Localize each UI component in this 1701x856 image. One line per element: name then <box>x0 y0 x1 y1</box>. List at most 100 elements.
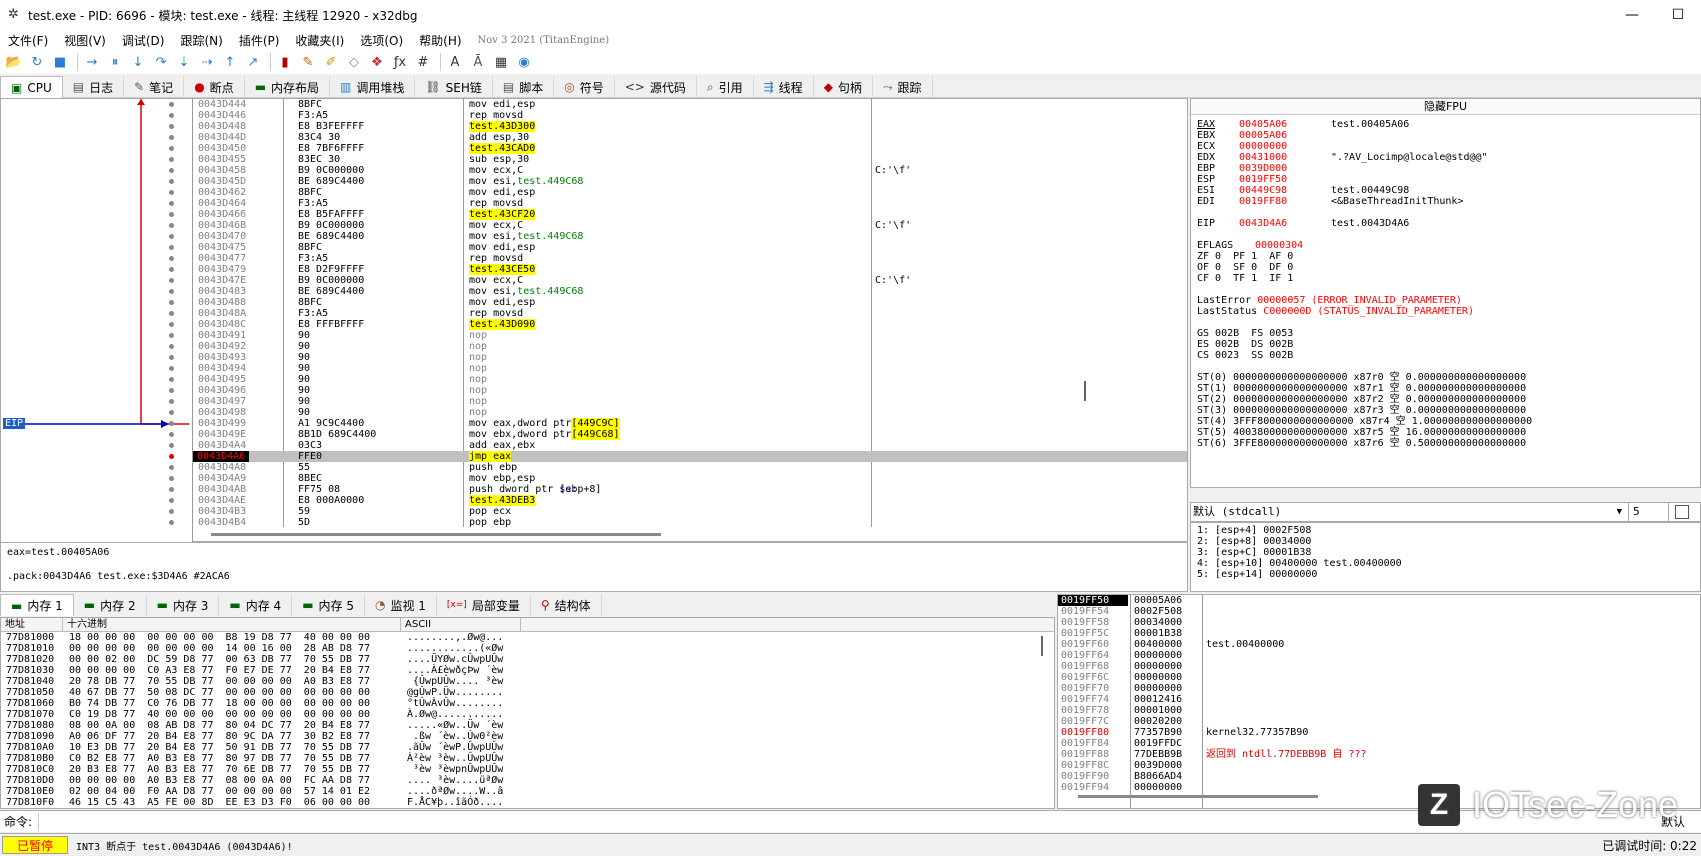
register-row[interactable] <box>1191 229 1700 240</box>
disasm-row[interactable]: 0043D477 F3:A5 rep movsd <box>193 253 1187 264</box>
stack-arguments-pane[interactable]: 1: [esp+4] 0002F508 2: [esp+8] 00034000 3:… <box>1190 522 1701 592</box>
disasm-row[interactable]: 0043D497 90 nop <box>193 396 1187 407</box>
disassembly-listing[interactable]: 0043D444 8BFC mov edi,esp 0043D446 F3:A5 rep … <box>193 99 1187 527</box>
dump-row[interactable]: 77D81050 40 67 DB 77 50 08 DC 77 00 00 00… <box>1 687 1054 698</box>
disasm-row[interactable]: 0043D48CE8 FFFBFFFFcall test.43D090 <box>193 319 1187 330</box>
dump-row[interactable]: 77D810E0 02 00 04 00 F0 AA D8 77 00 00 00… <box>1 786 1054 797</box>
segment-row[interactable]: ES 002B DS 002B <box>1191 339 1700 350</box>
register-row[interactable]: EAX 00405A06 test.00405A06 <box>1191 119 1700 130</box>
stack-row[interactable]: 0019FF68 00000000 <box>1058 661 1700 672</box>
disasm-row[interactable]: 0043D4AB FF75 08 push dword ptr ss: [ebp+8] <box>193 484 1187 495</box>
breakpoint-dot[interactable] <box>169 212 174 217</box>
calling-convention-select[interactable]: 默认 (stdcall) ▼ <box>1191 503 1629 521</box>
disasm-row[interactable]: 0043D483 BE 689C4400 mov esi, test.449C68 <box>193 286 1187 297</box>
breakpoint-dot[interactable] <box>169 278 174 283</box>
tab-handles[interactable]: ◆ 句柄 <box>814 76 873 98</box>
disasm-row[interactable]: 0043D475 8BFC mov edi,esp <box>193 242 1187 253</box>
disasm-row[interactable]: 0043D4B3 59 pop ecx <box>193 506 1187 517</box>
dump-tab-3[interactable]: ▬ 内存 4 <box>219 594 293 616</box>
breakpoint-dot[interactable] <box>169 179 174 184</box>
breakpoint-dot[interactable] <box>169 476 174 481</box>
disasm-row[interactable]: 0043D450E8 7BF6FFFFcall test.43CAD0 <box>193 143 1187 154</box>
disasm-row[interactable]: 0043D488 8BFC mov edi,esp <box>193 297 1187 308</box>
dump-tab-7[interactable]: ⚲ 结构体 <box>531 594 602 616</box>
menu-item-3[interactable]: 跟踪(N) <box>172 32 230 49</box>
fpu-row[interactable]: ST(2) 0000000000000000000 x87r2 空 0.0000… <box>1191 394 1700 405</box>
disasm-row[interactable]: 0043D48A F3:A5 rep movsd <box>193 308 1187 319</box>
disasm-row[interactable]: 0043D455 83EC 30 sub esp,30 <box>193 154 1187 165</box>
function-icon[interactable]: ƒx <box>390 53 410 71</box>
menu-item-6[interactable]: 选项(O) <box>352 32 411 49</box>
trace-over-icon[interactable]: ⇢ <box>197 53 217 71</box>
dump-row[interactable]: 77D81080 08 00 0A 00 08 AB D8 77 80 04 DC… <box>1 720 1054 731</box>
bookmark-icon[interactable]: ❖ <box>367 53 387 71</box>
breakpoint-dot[interactable] <box>169 465 174 470</box>
stack-arg-row[interactable]: 3: [esp+C] 00001B38 <box>1191 547 1700 558</box>
fpu-row[interactable]: ST(5) 4003800000000000000 x87r5 空 16.000… <box>1191 427 1700 438</box>
breakpoint-dot[interactable] <box>169 399 174 404</box>
breakpoint-dot[interactable] <box>169 487 174 492</box>
disasm-row[interactable]: 0043D466E8 B5FAFFFFcall test.43CF20 <box>193 209 1187 220</box>
stack-row[interactable]: 0019FF58 00034000 <box>1058 617 1700 628</box>
run-to-user-code-icon[interactable]: ↗ <box>243 53 263 71</box>
breakpoint-dot[interactable] <box>169 201 174 206</box>
tab-notes[interactable]: ✎ 笔记 <box>124 76 185 98</box>
breakpoint-dot[interactable] <box>169 102 174 107</box>
dump-vertical-scrollbar[interactable] <box>1041 636 1043 656</box>
disasm-row[interactable]: 0043D444 8BFC mov edi,esp <box>193 99 1187 110</box>
fpu-row[interactable]: ST(1) 0000000000000000000 x87r1 空 0.0000… <box>1191 383 1700 394</box>
disasm-row[interactable]: 0043D494 90 nop <box>193 363 1187 374</box>
breakpoint-dot[interactable] <box>169 113 174 118</box>
lock-checkbox[interactable] <box>1675 505 1689 519</box>
breakpoint-dot[interactable] <box>169 124 174 129</box>
tab-log[interactable]: ▤ 日志 <box>63 76 125 98</box>
breakpoint-dot[interactable] <box>169 311 174 316</box>
dump-tab-4[interactable]: ▬ 内存 5 <box>292 594 365 616</box>
dump-row[interactable]: 77D81070 C0 19 D8 77 40 00 00 00 00 00 00… <box>1 709 1054 720</box>
tab-source[interactable]: <> 源代码 <box>615 76 697 98</box>
open-icon[interactable]: 📂 <box>4 53 24 71</box>
stack-arg-row[interactable]: 4: [esp+10] 00400000 test.00400000 <box>1191 558 1700 569</box>
breakpoint-dot[interactable] <box>169 135 174 140</box>
disasm-row[interactable]: 0043D464 F3:A5 rep movsd <box>193 198 1187 209</box>
dump-row[interactable]: 77D81020 00 00 02 00 DC 59 D8 77 00 63 DB… <box>1 654 1054 665</box>
stack-arg-row[interactable]: 5: [esp+14] 00000000 <box>1191 569 1700 580</box>
disasm-row[interactable]: 0043D491 90 nop <box>193 330 1187 341</box>
last-status-row[interactable]: LastStatus C000000D (STATUS_INVALID_PARA… <box>1191 306 1700 317</box>
stack-row[interactable]: 0019FF7C 00020200 <box>1058 716 1700 727</box>
step-into-icon[interactable]: ↓ <box>128 53 148 71</box>
breakpoint-dot[interactable] <box>169 421 174 426</box>
register-row[interactable] <box>1191 207 1700 218</box>
font-icon[interactable]: A <box>445 53 465 71</box>
stack-row[interactable]: 0019FF80 77357B90 kernel32.77357B90 <box>1058 727 1700 738</box>
register-row[interactable]: EFLAGS 00000304 <box>1191 240 1700 251</box>
fpu-row[interactable]: ST(4) 3FFF8000000000000000 x87r4 空 1.000… <box>1191 416 1700 427</box>
disasm-row[interactable]: 0043D4B4 5D pop ebp <box>193 517 1187 527</box>
breakpoint-dot[interactable] <box>169 168 174 173</box>
stack-row[interactable]: 0019FF90 B8066AD4 <box>1058 771 1700 782</box>
disasm-row[interactable]: 0043D4A6 FFE0 jmp eax <box>193 451 1187 462</box>
disasm-row[interactable]: 0043D4AEE8 000A0000call test.43DEB3 <box>193 495 1187 506</box>
segment-row[interactable]: GS 002B FS 0053 <box>1191 328 1700 339</box>
menu-item-0[interactable]: 文件(F) <box>0 32 56 49</box>
breakpoint-dot[interactable] <box>169 355 174 360</box>
dump-row[interactable]: 77D81030 00 00 00 00 C0 A3 E8 77 F0 E7 DE… <box>1 665 1054 676</box>
dump-row[interactable]: 77D81000 18 00 00 00 00 00 00 00 B8 19 D8… <box>1 632 1054 643</box>
disasm-row[interactable]: 0043D448E8 B3FEFFFFcall test.43D300 <box>193 121 1187 132</box>
calculator-icon[interactable]: ▦ <box>491 53 511 71</box>
flags-row[interactable]: CF 0 TF 1 IF 1 <box>1191 273 1700 284</box>
breakpoint-dot[interactable] <box>169 520 174 525</box>
breakpoint-dot[interactable] <box>169 223 174 228</box>
pause-icon[interactable]: ⏸ <box>105 53 125 71</box>
register-row[interactable]: EIP 0043D4A6 test.0043D4A6 <box>1191 218 1700 229</box>
dump-tab-1[interactable]: ▬ 内存 2 <box>74 594 147 616</box>
tab-memory-map[interactable]: ▬ 内存布局 <box>245 76 331 98</box>
disasm-row[interactable]: 0043D496 90 nop <box>193 385 1187 396</box>
memory-dump-pane[interactable]: 地址 十六进制 ASCII 77D81000 18 00 00 00 00 00 … <box>0 617 1055 809</box>
disasm-row[interactable]: 0043D47E B9 0C000000 mov ecx,C C:'\f' <box>193 275 1187 286</box>
breakpoint-dot[interactable] <box>169 443 174 448</box>
tab-script[interactable]: ▤ 脚本 <box>493 76 555 98</box>
cpu-info-icon[interactable]: ◉ <box>514 53 534 71</box>
dump-row[interactable]: 77D810B0 C0 B2 E8 77 A0 B3 E8 77 80 97 DB… <box>1 753 1054 764</box>
dump-row[interactable]: 77D81010 00 00 00 00 00 00 00 00 14 00 16… <box>1 643 1054 654</box>
